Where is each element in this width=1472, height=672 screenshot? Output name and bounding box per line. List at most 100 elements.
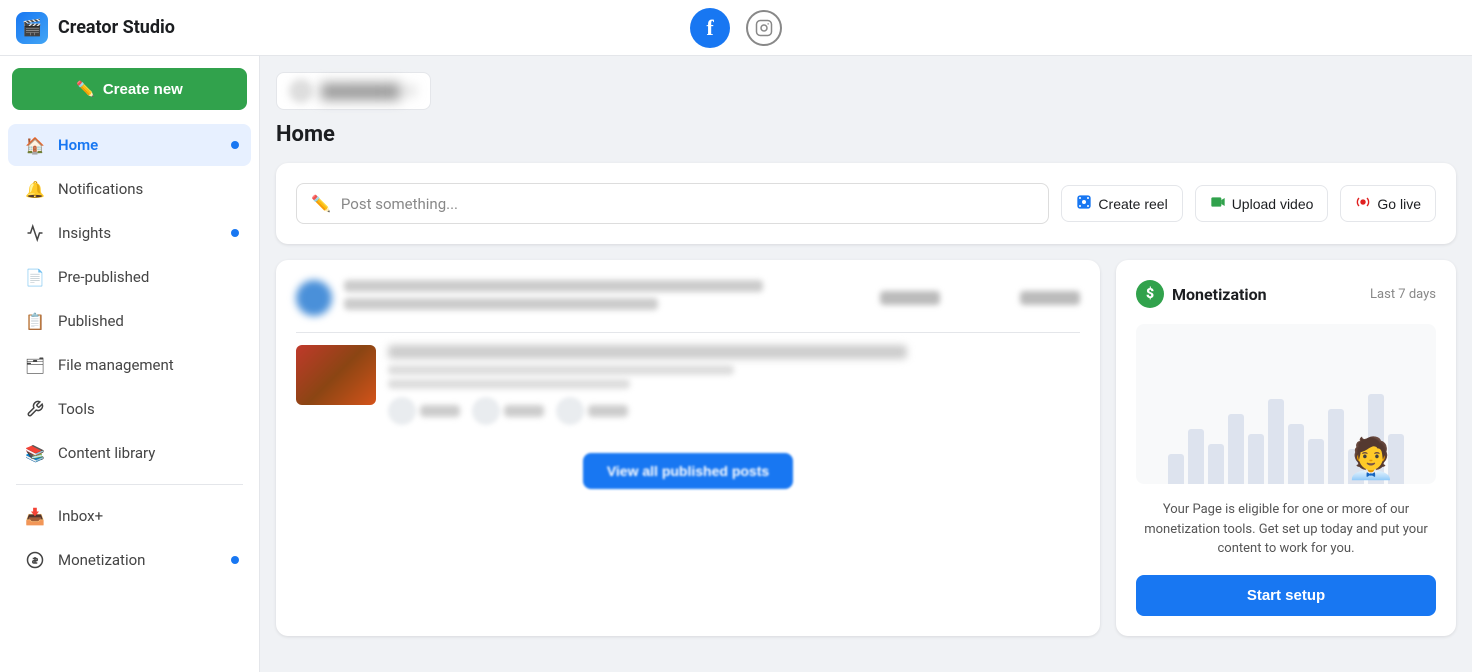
sidebar-item-label: Published — [58, 312, 124, 330]
card-text-block — [344, 280, 868, 316]
stat-val-2 — [504, 405, 544, 417]
nav-dot-monetization — [231, 556, 239, 564]
sidebar-item-published[interactable]: 📋 Published — [8, 300, 251, 342]
stat-blurred-1 — [880, 291, 940, 305]
content-sub-blurred-2 — [388, 379, 630, 389]
sidebar-item-inbox[interactable]: 📥 Inbox+ — [8, 495, 251, 537]
content-item — [296, 332, 1080, 437]
bar — [1248, 434, 1264, 484]
monetization-period: Last 7 days — [1370, 287, 1436, 302]
home-icon: 🏠 — [24, 134, 46, 156]
content-details — [388, 345, 1080, 425]
file-management-icon: 🗂 — [24, 354, 46, 376]
bar — [1208, 444, 1224, 484]
nav-dot-home — [231, 141, 239, 149]
post-input[interactable]: ✏️ Post something... — [296, 183, 1049, 224]
content-title-blurred — [388, 345, 907, 359]
stat-icon-1 — [388, 397, 416, 425]
sidebar-item-tools[interactable]: Tools — [8, 388, 251, 430]
monetization-card: $ Monetization Last 7 days 🧑‍💼 Your Page… — [1116, 260, 1456, 636]
video-icon — [1210, 194, 1226, 213]
sidebar-item-label: Tools — [58, 400, 95, 418]
page-selector[interactable]: ████████ ▼ — [276, 72, 431, 110]
sidebar-item-label: Notifications — [58, 180, 143, 198]
content-card: View all published posts — [276, 260, 1100, 636]
content-library-icon: 📚 — [24, 442, 46, 464]
sidebar-item-pre-published[interactable]: 📄 Pre-published — [8, 256, 251, 298]
edit-icon: ✏️ — [311, 194, 331, 213]
go-live-label: Go live — [1377, 196, 1421, 212]
sidebar-item-home[interactable]: 🏠 Home — [8, 124, 251, 166]
upload-video-label: Upload video — [1232, 196, 1314, 212]
sidebar-item-label: Content library — [58, 444, 155, 462]
content-stats — [388, 397, 1080, 425]
sidebar-item-content-library[interactable]: 📚 Content library — [8, 432, 251, 474]
card-avatar — [296, 280, 332, 316]
bar — [1228, 414, 1244, 484]
sidebar-item-label: Monetization — [58, 551, 145, 569]
create-reel-button[interactable]: Create reel — [1061, 185, 1182, 222]
create-new-icon: ✏️ — [76, 80, 95, 98]
bar — [1188, 429, 1204, 484]
pre-published-icon: 📄 — [24, 266, 46, 288]
post-box: ✏️ Post something... — [276, 163, 1456, 244]
cards-row: View all published posts $ Monetization … — [276, 260, 1456, 636]
bar — [1328, 409, 1344, 484]
notifications-icon: 🔔 — [24, 178, 46, 200]
go-live-button[interactable]: Go live — [1340, 185, 1436, 222]
start-setup-button[interactable]: Start setup — [1136, 575, 1436, 616]
stat-chip-2 — [472, 397, 544, 425]
main-layout: ✏️ Create new 🏠 Home 🔔 Notifications Ins… — [0, 56, 1472, 672]
nav-divider — [16, 484, 243, 485]
page-title: Home — [276, 122, 1456, 147]
bar — [1268, 399, 1284, 484]
dollar-icon: $ — [1136, 280, 1164, 308]
reel-icon — [1076, 194, 1092, 213]
create-new-button[interactable]: ✏️ Create new — [12, 68, 247, 110]
stat-blurred-2 — [1020, 291, 1080, 305]
stat-chip-1 — [388, 397, 460, 425]
insights-icon — [24, 222, 46, 244]
page-avatar — [289, 79, 313, 103]
bar — [1168, 454, 1184, 484]
blurred-title — [344, 280, 763, 292]
page-selector-bar: ████████ ▼ — [276, 72, 1456, 110]
app-title: Creator Studio — [58, 17, 175, 38]
sidebar-item-label: Pre-published — [58, 268, 149, 286]
stat-val-1 — [420, 405, 460, 417]
monetization-illustration: 🧑‍💼 — [1136, 324, 1436, 484]
sidebar-item-label: Home — [58, 136, 98, 154]
content-sub-blurred-1 — [388, 365, 734, 375]
create-reel-label: Create reel — [1098, 196, 1167, 212]
sidebar: ✏️ Create new 🏠 Home 🔔 Notifications Ins… — [0, 56, 260, 672]
content-thumbnail — [296, 345, 376, 405]
facebook-icon[interactable]: f — [690, 8, 730, 48]
page-name: ████████ ▼ — [321, 83, 418, 100]
bar — [1308, 439, 1324, 484]
view-all-button[interactable]: View all published posts — [583, 453, 793, 489]
sidebar-item-notifications[interactable]: 🔔 Notifications — [8, 168, 251, 210]
blurred-subtitle — [344, 298, 658, 310]
stat-val-3 — [588, 405, 628, 417]
monetization-header: $ Monetization Last 7 days — [1136, 280, 1436, 308]
monetization-icon — [24, 549, 46, 571]
sidebar-item-insights[interactable]: Insights — [8, 212, 251, 254]
nav-dot-insights — [231, 229, 239, 237]
app-logo: 🎬 Creator Studio — [16, 12, 175, 44]
platform-switcher: f — [690, 8, 782, 48]
sidebar-item-monetization[interactable]: Monetization — [8, 539, 251, 581]
inbox-icon: 📥 — [24, 505, 46, 527]
sidebar-item-label: File management — [58, 356, 174, 374]
monetization-description: Your Page is eligible for one or more of… — [1136, 500, 1436, 559]
stat-icon-2 — [472, 397, 500, 425]
sidebar-item-label: Inbox+ — [58, 507, 103, 525]
bar — [1288, 424, 1304, 484]
figure-icon: 🧑‍💼 — [1346, 435, 1396, 482]
stats-row — [880, 291, 1080, 305]
logo-icon: 🎬 — [16, 12, 48, 44]
sidebar-item-file-management[interactable]: 🗂 File management — [8, 344, 251, 386]
upload-video-button[interactable]: Upload video — [1195, 185, 1329, 222]
instagram-icon[interactable] — [746, 10, 782, 46]
published-icon: 📋 — [24, 310, 46, 332]
monetization-title-row: $ Monetization — [1136, 280, 1267, 308]
